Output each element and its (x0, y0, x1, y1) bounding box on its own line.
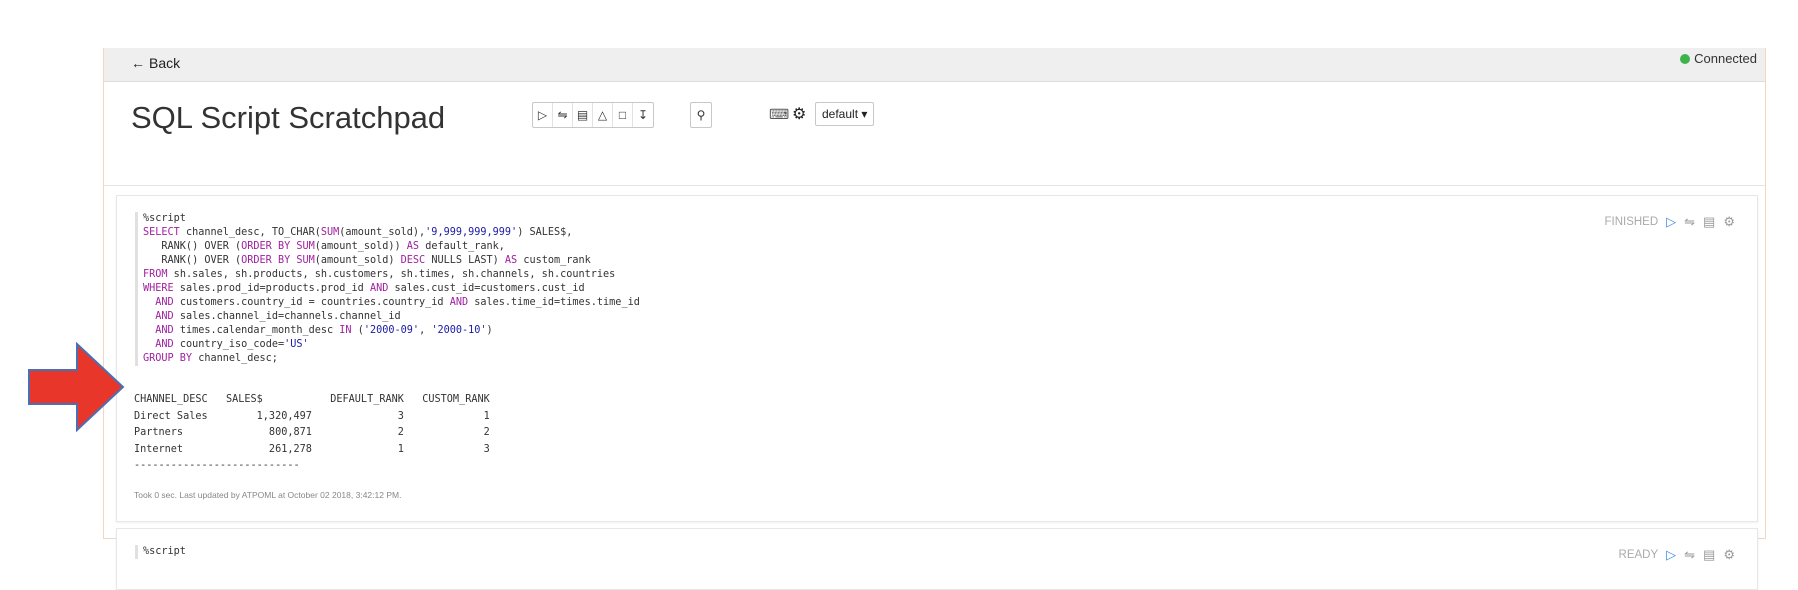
interpreter-select-value: default (822, 107, 859, 121)
result-output: CHANNEL_DESC SALES$ DEFAULT_RANK CUSTOM_… (134, 392, 490, 475)
connection-label: Connected (1694, 51, 1757, 66)
download-icon: ↧ (637, 108, 649, 122)
output-line: --------------------------- (134, 460, 300, 471)
code-line: RANK() OVER (ORDER BY SUM(amount_sold) D… (143, 255, 591, 266)
code-line: FROM sh.sales, sh.products, sh.customers… (143, 269, 616, 280)
notebook-frame: ← Back Connected SQL Script Scratchpad ▷ … (103, 48, 1766, 590)
search-icon: ⚲ (696, 108, 706, 122)
code-line: AND customers.country_id = countries.cou… (155, 297, 640, 308)
code-line: GROUP BY channel_desc; (143, 353, 278, 364)
back-button[interactable]: ← Back (131, 55, 180, 71)
run-paragraph-icon[interactable]: ▷ (1666, 214, 1676, 230)
run-icon: ▷ (537, 108, 548, 122)
code-line: AND times.calendar_month_desc IN ('2000-… (155, 325, 493, 336)
caret-down-icon: ▾ (861, 107, 868, 121)
output-line: Direct Sales 1,320,497 3 1 (134, 410, 490, 422)
toggle-output-button[interactable]: ▤ (573, 103, 593, 127)
back-label: Back (149, 55, 181, 71)
trash-icon: □ (618, 108, 627, 122)
eraser-icon: △ (597, 108, 608, 122)
red-arrow-annotation (28, 342, 125, 432)
search-button[interactable]: ⚲ (691, 103, 711, 127)
paragraph-controls: READY ▷ ⇋ ▤ ⚙ (1619, 547, 1735, 563)
paragraph-footer: Took 0 sec. Last updated by ATPOML at Oc… (134, 490, 402, 500)
run-paragraph-icon[interactable]: ▷ (1666, 547, 1676, 563)
notebook-toolbar: ▷ ⇋ ▤ △ □ ↧ (532, 102, 654, 128)
toggle-code-button[interactable]: ⇋ (553, 103, 573, 127)
connection-status: Connected (1680, 51, 1757, 66)
code-line: %script (143, 213, 186, 224)
book-icon[interactable]: ▤ (1703, 214, 1715, 230)
expand-icon[interactable]: ⇋ (1684, 214, 1695, 230)
output-line: CHANNEL_DESC SALES$ DEFAULT_RANK CUSTOM_… (134, 394, 490, 405)
book-icon: ▤ (576, 108, 589, 122)
code-editor[interactable]: %script SELECT channel_desc, TO_CHAR(SUM(… (135, 212, 640, 366)
code-line: RANK() OVER (ORDER BY SUM(amount_sold)) … (143, 241, 505, 252)
output-line: Partners 800,871 2 2 (134, 427, 490, 438)
back-arrow-icon: ← (131, 55, 145, 71)
code-editor[interactable]: %script (135, 545, 186, 559)
run-all-button[interactable]: ▷ (533, 103, 553, 127)
keyboard-icon: ⌨ (769, 106, 790, 122)
output-line: Internet 261,278 1 3 (134, 443, 490, 455)
expand-icon: ⇋ (557, 108, 568, 122)
code-line: WHERE sales.prod_id=products.prod_id AND… (143, 283, 585, 294)
book-icon[interactable]: ▤ (1703, 547, 1715, 563)
delete-button[interactable]: □ (613, 103, 633, 127)
paragraph-status: READY (1618, 549, 1659, 561)
settings-button[interactable]: ⚙ (792, 104, 806, 124)
code-line: SELECT channel_desc, TO_CHAR(SUM(amount_… (143, 227, 573, 238)
paragraph-1: %script SELECT channel_desc, TO_CHAR(SUM(… (116, 195, 1758, 522)
search-toolbar: ⚲ (690, 102, 712, 128)
header-divider (104, 185, 1765, 186)
page-title: SQL Script Scratchpad (131, 100, 446, 135)
code-line: AND sales.channel_id=channels.channel_id (155, 311, 401, 322)
gear-icon[interactable]: ⚙ (1723, 214, 1735, 230)
interpreter-select[interactable]: default ▾ (815, 102, 875, 126)
paragraph-status: FINISHED (1604, 216, 1659, 228)
keyboard-shortcuts-button[interactable]: ⌨ (769, 106, 789, 123)
code-line: %script (143, 546, 186, 557)
export-button[interactable]: ↧ (633, 103, 653, 127)
code-line: AND country_iso_code='US' (155, 339, 309, 350)
expand-icon[interactable]: ⇋ (1684, 547, 1695, 563)
top-bar: ← Back Connected (104, 48, 1765, 82)
gear-icon: ⚙ (792, 106, 807, 123)
paragraph-2: %script READY ▷ ⇋ ▤ ⚙ (116, 528, 1758, 590)
status-dot-icon (1680, 54, 1691, 64)
paragraph-controls: FINISHED ▷ ⇋ ▤ ⚙ (1604, 214, 1735, 230)
clear-output-button[interactable]: △ (593, 103, 613, 127)
gear-icon[interactable]: ⚙ (1723, 547, 1735, 563)
